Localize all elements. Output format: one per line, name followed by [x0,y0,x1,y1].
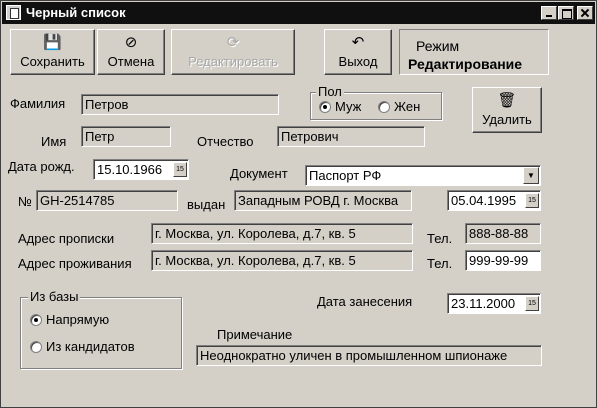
trash-bin-icon: 🗑 [497,92,517,109]
registration-address-label: Адрес прописки [18,231,115,246]
document-type-select[interactable]: Паспорт РФ ▼ [305,165,541,186]
phone2-field[interactable]: 999-99-99 [465,250,541,271]
residence-address-label: Адрес проживания [18,256,132,271]
exit-button[interactable]: ↶ Выход [324,29,392,75]
save-label: Сохранить [20,54,85,69]
issued-by-label: выдан [187,197,226,212]
gender-female-label: Жен [394,99,421,114]
cancel-button[interactable]: ⊘ Отмена [97,29,165,75]
source-group [20,297,182,369]
refresh-icon: ⟳ [226,34,240,51]
radio-empty-icon [378,101,390,113]
birth-date-value: 15.10.1966 [97,162,163,177]
gender-male-label: Муж [335,99,362,114]
document-type-value: Паспорт РФ [309,168,382,183]
edit-label: Редактировать [188,54,278,69]
document-label: Документ [230,166,288,181]
delete-button[interactable]: 🗑 Удалить [472,87,542,133]
patronymic-label: Отчество [197,134,254,149]
name-field[interactable]: Петр [81,126,171,147]
calendar-icon[interactable]: 15 [525,296,539,311]
exit-label: Выход [338,54,378,69]
source-candidates-label: Из кандидатов [46,339,135,354]
radio-selected-icon [319,101,331,113]
calendar-icon[interactable]: 15 [173,162,187,177]
floppy-icon: 💾 [43,34,62,51]
source-direct-label: Напрямую [46,312,110,327]
no-entry-icon: ⊘ [124,34,138,51]
note-field[interactable]: Неоднократно уличен в промышленном шпион… [196,345,542,366]
minimize-button[interactable] [541,6,557,20]
registration-address-field[interactable]: г. Москва, ул. Королева, д.7, кв. 5 [151,223,413,244]
gender-male-radio[interactable]: Муж [319,99,361,114]
source-group-title: Из базы [28,289,81,304]
chevron-down-icon[interactable]: ▼ [523,167,539,184]
source-direct-radio[interactable]: Напрямую [30,312,109,327]
mode-label: Режим [416,38,460,54]
document-number-field[interactable]: GH-2514785 [36,190,178,211]
save-button[interactable]: 💾 Сохранить [10,29,95,75]
residence-address-field[interactable]: г. Москва, ул. Королева, д.7, кв. 5 [151,250,413,271]
window-title: Черный список [26,5,126,20]
calendar-icon[interactable]: 15 [525,193,539,208]
birth-date-field[interactable]: 15.10.1966 15 [93,159,189,180]
cancel-label: Отмена [107,54,155,69]
exit-arrow-icon: ↶ [351,34,365,51]
source-candidates-radio[interactable]: Из кандидатов [30,339,135,354]
gender-female-radio[interactable]: Жен [378,99,420,114]
maximize-button[interactable] [558,6,574,20]
note-label: Примечание [217,327,293,342]
name-label: Имя [41,134,67,149]
gender-group-title: Пол [316,84,344,99]
issue-date-field[interactable]: 05.04.1995 15 [447,190,541,211]
birth-date-label: Дата рожд. [8,159,75,174]
entry-date-field[interactable]: 23.11.2000 15 [447,293,541,314]
surname-label: Фамилия [10,96,66,111]
issue-date-value: 05.04.1995 [451,193,517,208]
document-number-label: № [18,194,32,209]
radio-selected-icon [30,314,42,326]
phone2-label: Тел. [427,256,453,271]
close-button[interactable] [577,6,593,20]
phone1-field[interactable]: 888-88-88 [465,223,541,244]
phone1-label: Тел. [427,231,453,246]
issued-by-field[interactable]: Западным РОВД г. Москва [234,190,412,211]
mode-value: Редактирование [408,56,523,72]
delete-label: Удалить [482,112,532,127]
radio-empty-icon [30,341,42,353]
patronymic-field[interactable]: Петрович [277,126,425,147]
mode-panel: Режим Редактирование [399,29,549,75]
edit-button[interactable]: ⟳ Редактировать [171,29,295,75]
app-icon [6,5,21,20]
blacklist-window: Черный список 💾 Сохранить ⊘ Отмена ⟳ Ред… [0,0,597,408]
surname-field[interactable]: Петров [81,94,279,115]
entry-date-value: 23.11.2000 [451,296,516,311]
entry-date-label: Дата занесения [317,294,413,309]
title-bar: Черный список [2,2,595,24]
